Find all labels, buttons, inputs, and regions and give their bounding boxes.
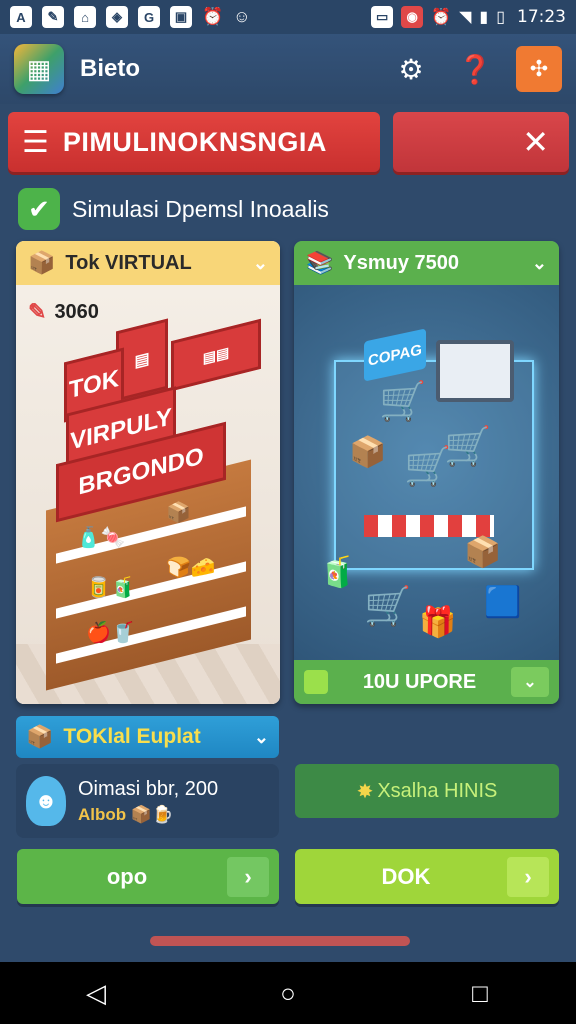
recents-icon[interactable]: □	[450, 978, 510, 1009]
battery-icon: ▯	[496, 9, 505, 26]
mascot-icon: ☻	[26, 776, 66, 826]
card-title: Tok VIRTUAL	[65, 251, 192, 274]
card-title: Ysmuy 7500	[343, 251, 460, 274]
menu-icon: ✣	[529, 56, 549, 81]
menu-button[interactable]: ✣	[516, 46, 562, 92]
box-icon: 📦	[464, 536, 502, 569]
app-title: Bieto	[80, 55, 140, 82]
g-icon: G	[138, 6, 160, 28]
settings-button[interactable]: ⚙	[388, 46, 434, 92]
info-card: ☻ Oimasi bbr, 200 Albob 📦🍺	[16, 764, 279, 838]
box-icon: 📦	[26, 724, 54, 749]
navigation-bar: ◁ ○ □	[0, 962, 576, 1024]
display-screen	[436, 340, 514, 402]
awning	[364, 515, 494, 537]
status-label: Xsalha HINIS	[377, 779, 498, 802]
cart-icon: 🛒	[404, 446, 452, 488]
total-title: TOKlal Euplat	[63, 725, 201, 748]
status-bar: A ✎ ⌂ ◈ G ▣ ⏰ ☺ ▭ ◉ ⏰ ◥ ▮ ▯ 17:23	[0, 0, 576, 34]
help-button[interactable]: ❓	[452, 46, 498, 92]
check-icon: ✔	[18, 188, 60, 230]
status-panel[interactable]: ✸ Xsalha HINIS	[295, 764, 559, 818]
banner-title: PIMULINOKNSNGIA	[62, 126, 327, 157]
supermarket-card[interactable]: 📚 Ysmuy 7500 ⌄ COPAG 🛒 🛒 🛒 🛒 📦 📦 🧃 🎁 🟦 1…	[294, 241, 559, 704]
edit-icon: ✎	[42, 6, 64, 28]
goods-icon: 🍞🧀	[166, 557, 216, 579]
chevron-right-icon: ›	[227, 856, 269, 897]
shop-illustration: ▤ ▤▤ TOK VIRPULY BRGONDO 🧴🍬 📦 🥫🧃 🍞🧀 🍎🥤 ✎…	[16, 285, 280, 704]
virtual-shop-card[interactable]: 📦 Tok VIRTUAL ⌄ ▤ ▤▤ TOK VIRPULY BRGONDO…	[16, 241, 280, 704]
info-line-2: Albob 📦🍺	[78, 805, 218, 825]
face-icon: ☺	[233, 7, 251, 26]
box-icon: 🎁	[419, 606, 457, 639]
help-icon: ❓	[457, 53, 493, 85]
hamburger-icon[interactable]: ☰	[22, 125, 49, 160]
a-icon: A	[10, 6, 32, 28]
edit-icon: ✎	[28, 299, 47, 324]
notification-icons: A ✎ ⌂ ◈ G ▣ ⏰ ☺	[10, 6, 251, 28]
chat-icon: ▭	[371, 6, 394, 28]
shop-sign: ▤▤	[171, 318, 261, 392]
home-icon[interactable]: ○	[258, 978, 318, 1009]
app-header: ▦ Bieto ⚙ ❓ ✣	[0, 34, 576, 104]
app-logo: ▦	[14, 44, 64, 94]
goods-icon: 🥫🧃	[86, 577, 136, 599]
books-icon: 📚	[306, 250, 334, 275]
chevron-down-icon: ⌄	[253, 726, 269, 747]
app-icon: ◉	[401, 6, 424, 28]
wifi-icon: ◥	[459, 9, 472, 26]
edit-value: 3060	[54, 300, 99, 323]
cart-icon: 🛒	[364, 586, 412, 628]
total-dropdown[interactable]: 📦 TOKlal Euplat ⌄	[16, 716, 279, 758]
system-icons: ▭ ◉ ⏰ ◥ ▮ ▯ 17:23	[371, 6, 566, 28]
cart-icon: 🛒	[379, 381, 427, 423]
shield-icon: ◈	[106, 6, 128, 28]
button-label: opo	[106, 863, 148, 889]
alarm-icon: ⏰	[202, 7, 224, 26]
image-icon: ▣	[170, 6, 192, 28]
chevron-down-icon[interactable]: ⌄	[511, 667, 549, 697]
back-icon[interactable]: ◁	[66, 978, 126, 1009]
footer-label: 10U UPORE	[362, 670, 477, 693]
supermarket-illustration: COPAG 🛒 🛒 🛒 🛒 📦 📦 🧃 🎁 🟦	[294, 285, 559, 660]
subtitle-row: ✔ Simulasi Dpemsl Inoaalis	[18, 186, 329, 232]
info-line-1: Oimasi bbr, 200	[78, 777, 219, 800]
gear-icon: ⚙	[398, 53, 424, 85]
subtitle: Simulasi Dpemsl Inoaalis	[72, 195, 329, 222]
chevron-right-icon: ›	[507, 856, 549, 897]
tag-icon	[304, 670, 328, 694]
goods-icon: 🍎🥤	[86, 622, 136, 644]
button-label: DOK	[381, 863, 431, 889]
close-icon: ✕	[522, 124, 549, 160]
card-header[interactable]: 📚 Ysmuy 7500 ⌄	[294, 241, 559, 285]
close-button[interactable]: ✕	[393, 112, 569, 172]
alarm-icon: ⏰	[431, 9, 452, 26]
signal-icon: ▮	[479, 9, 489, 26]
edit-tag[interactable]: ✎ 3060	[28, 299, 99, 325]
header-actions: ⚙ ❓ ✣	[388, 46, 562, 92]
card-footer[interactable]: 10U UPORE ⌄	[294, 660, 559, 704]
box-icon: 📦	[349, 436, 387, 469]
opo-button[interactable]: opo ›	[17, 849, 279, 904]
title-banner[interactable]: ☰ PIMULINOKNSNGIA	[8, 112, 380, 172]
info-line-2-text: Albob	[78, 804, 127, 824]
box-icon: 📦	[28, 250, 56, 275]
info-text: Oimasi bbr, 200 Albob 📦🍺	[78, 778, 218, 825]
box-icon: 🧃	[319, 556, 357, 589]
home-icon: ⌂	[74, 6, 96, 28]
goods-icon: 📦🍺	[130, 804, 174, 824]
scroll-indicator[interactable]	[150, 936, 410, 946]
goods-icon: 🧴🍬	[76, 527, 126, 549]
box-icon: 🟦	[484, 586, 522, 619]
ok-button[interactable]: DOK ›	[295, 849, 559, 904]
status-time: 17:23	[517, 7, 566, 27]
goods-icon: 📦	[166, 502, 191, 524]
star-icon: ✸	[356, 780, 374, 803]
card-header[interactable]: 📦 Tok VIRTUAL ⌄	[16, 241, 280, 285]
chevron-down-icon[interactable]: ⌄	[253, 253, 268, 274]
chevron-down-icon[interactable]: ⌄	[532, 253, 547, 274]
